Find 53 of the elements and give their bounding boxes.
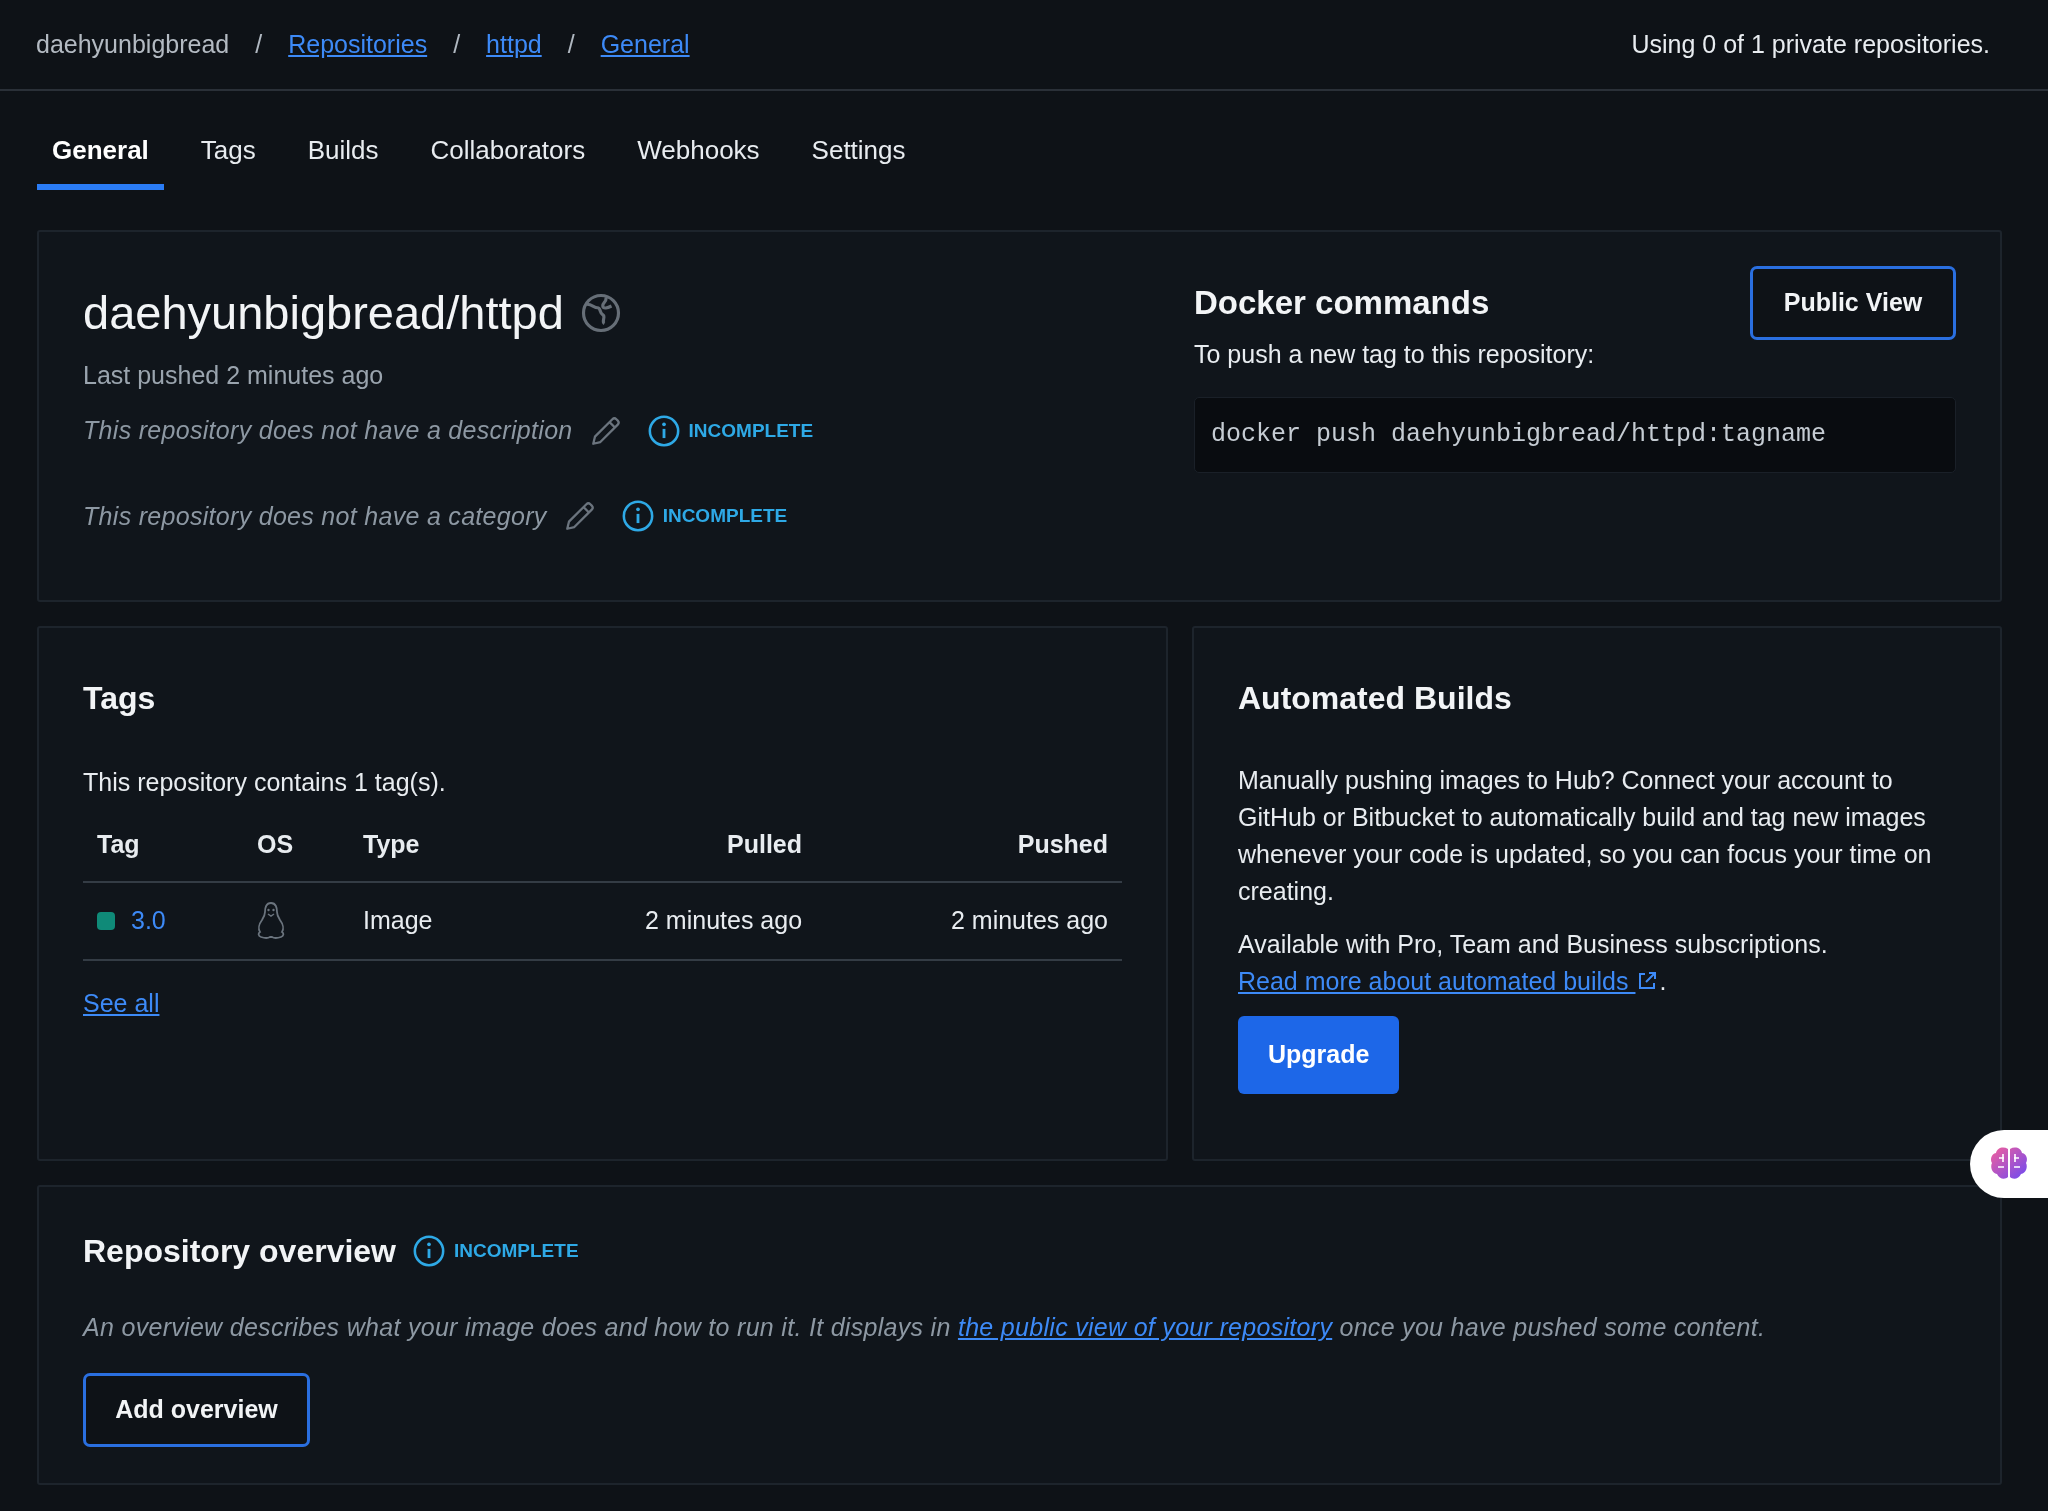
- add-overview-button[interactable]: Add overview: [83, 1372, 310, 1447]
- tags-summary-text: This repository contains 1 tag(s).: [83, 767, 447, 798]
- missing-field-text: This repository does not have a category: [83, 500, 547, 532]
- tab[interactable]: Collaborators: [415, 131, 601, 190]
- public-view-link[interactable]: the public view of your repository: [957, 1313, 1333, 1341]
- overview-heading: Repository overview: [83, 1232, 396, 1271]
- see-all-link[interactable]: See all: [83, 985, 160, 1023]
- table-cell: 2 minutes ago: [816, 882, 1122, 961]
- automated-builds-heading: Automated Builds: [1238, 679, 1513, 718]
- table-cell: 2 minutes ago: [510, 882, 817, 961]
- breadcrumb-text: daehyunbigbread: [36, 28, 230, 60]
- brain-icon: [1989, 1146, 2029, 1182]
- availability-text: Available with Pro, Team and Business subscriptions. Read more about automated builds .: [1238, 929, 1829, 997]
- missing-field-text: This repository does not have a description: [83, 415, 573, 446]
- info-icon: [646, 413, 681, 448]
- column-header: Pulled: [510, 825, 817, 882]
- status-label: INCOMPLETE: [454, 1238, 579, 1263]
- docker-command: docker push daehyunbigbread/httpd:tagname: [1194, 397, 1956, 473]
- column-header: Pushed: [816, 825, 1122, 882]
- column-header: Type: [348, 825, 511, 882]
- public-view-button[interactable]: Public View: [1750, 266, 1956, 340]
- table-cell: Image: [348, 882, 511, 961]
- globe-icon: [579, 292, 622, 335]
- status-label: INCOMPLETE: [688, 418, 814, 443]
- usage-text: Using 0 of 1 private repositories.: [1631, 28, 1990, 60]
- builds-description: Manually pushing images to Hub? Connect your account to GitHub or Bitbucket to automatically build and tag new images whenever your code is updated, so you can focus your time on creating.: [1238, 765, 1933, 907]
- column-header: Tag: [83, 825, 243, 882]
- tab[interactable]: Tags: [185, 131, 271, 190]
- assistant-button[interactable]: [1970, 1130, 2048, 1198]
- tab[interactable]: Webhooks: [622, 131, 775, 190]
- breadcrumb-separator: /: [567, 28, 575, 60]
- info-icon: [620, 499, 655, 534]
- tag-link[interactable]: 3.0: [131, 902, 166, 940]
- push-hint-text: To push a new tag to this repository:: [1194, 338, 1595, 370]
- tags-heading: Tags: [83, 679, 157, 718]
- repository-title: daehyunbigbread/httpd: [83, 285, 564, 341]
- tab[interactable]: Builds: [292, 131, 394, 190]
- breadcrumb-link[interactable]: httpd: [486, 25, 542, 64]
- breadcrumb-link[interactable]: General: [600, 25, 690, 64]
- tab[interactable]: Settings: [796, 131, 921, 190]
- docker-commands-heading: Docker commands: [1194, 283, 1491, 323]
- overview-description: An overview describes what your image does and how to run it. It displays in the public view of your repository once you have pushed some content.: [83, 1312, 1767, 1343]
- read-more-link[interactable]: Read more about automated builds: [1238, 967, 1660, 995]
- last-pushed-text: Last pushed 2 minutes ago: [83, 359, 385, 391]
- upgrade-button[interactable]: Upgrade: [1238, 1016, 1400, 1094]
- breadcrumb-separator: /: [255, 28, 263, 60]
- info-icon: [412, 1234, 446, 1268]
- breadcrumb-separator: /: [453, 28, 461, 60]
- column-header: OS: [242, 825, 349, 882]
- breadcrumb-link[interactable]: Repositories: [288, 25, 428, 64]
- tab[interactable]: General: [37, 131, 164, 190]
- penguin-icon: [256, 901, 285, 942]
- status-label: INCOMPLETE: [662, 504, 788, 528]
